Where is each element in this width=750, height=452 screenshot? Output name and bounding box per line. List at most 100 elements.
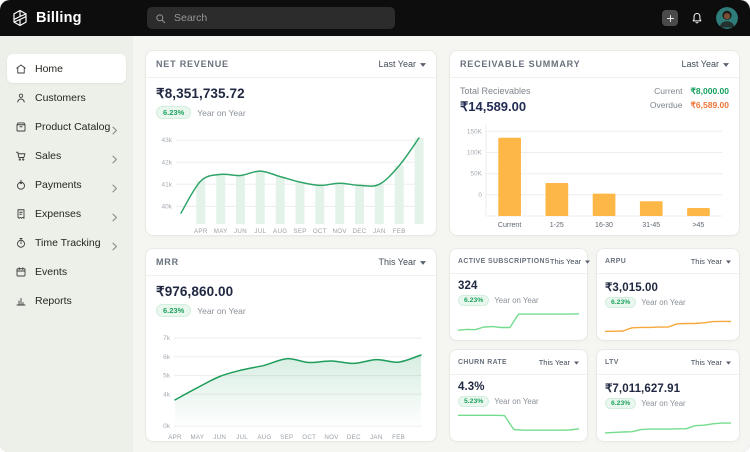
mrr-value: ₹976,860.00 xyxy=(156,284,426,300)
svg-text:OCT: OCT xyxy=(313,228,327,235)
chevron-down-icon xyxy=(574,358,579,367)
sidebar-item-sales[interactable]: Sales xyxy=(7,141,126,170)
app-title: Billing xyxy=(36,10,82,26)
sidebar-item-label: Expenses xyxy=(35,208,81,220)
period-dropdown[interactable]: This Year xyxy=(691,358,731,367)
sidebar-item-label: Customers xyxy=(35,92,86,104)
chevron-down-icon xyxy=(726,257,731,266)
chevron-down-icon xyxy=(723,59,729,69)
card-title: ACTIVE SUBSCRIPTIONS xyxy=(458,258,550,265)
sidebar-item-customers[interactable]: Customers xyxy=(7,83,126,112)
svg-text:1-25: 1-25 xyxy=(550,222,564,229)
svg-text:7k: 7k xyxy=(163,335,171,342)
growth-badge: 6.23% xyxy=(605,398,636,409)
svg-text:JAN: JAN xyxy=(373,228,386,235)
sidebar-item-payments[interactable]: Payments xyxy=(7,170,126,199)
sidebar-item-label: Reports xyxy=(35,295,72,307)
badge-caption: Year on Year xyxy=(197,108,245,118)
period-dropdown[interactable]: Last Year xyxy=(378,59,426,69)
svg-text:41k: 41k xyxy=(162,181,173,188)
notifications-button[interactable] xyxy=(690,11,704,26)
net-revenue-value: ₹8,351,735.72 xyxy=(156,86,426,102)
sidebar: Home Customers Product Catalog Sales Pay… xyxy=(0,36,133,452)
sidebar-nav: Home Customers Product Catalog Sales Pay… xyxy=(0,54,133,315)
sidebar-item-label: Events xyxy=(35,266,67,278)
user-avatar[interactable] xyxy=(716,7,738,29)
svg-text:0: 0 xyxy=(478,192,482,199)
mrr-chart: 7k6k5k4k0kAPRMAYJUNJULAUGSEPOCTNOVDECJAN… xyxy=(156,319,428,443)
card-title: MRR xyxy=(156,257,179,267)
sidebar-item-reports[interactable]: Reports xyxy=(7,286,126,315)
svg-text:FEB: FEB xyxy=(393,228,406,235)
cart-icon xyxy=(15,150,27,162)
svg-text:Current: Current xyxy=(498,222,521,229)
sidebar-item-time-tracking[interactable]: Time Tracking xyxy=(7,228,126,257)
card-title: RECEIVABLE SUMMARY xyxy=(460,59,580,69)
svg-text:JAN: JAN xyxy=(370,434,383,441)
svg-text:APR: APR xyxy=(194,228,208,235)
growth-badge: 6.23% xyxy=(156,304,191,317)
svg-text:6k: 6k xyxy=(163,354,171,361)
card-title: ARPU xyxy=(605,258,626,265)
overdue-label: Overdue xyxy=(650,100,683,110)
home-icon xyxy=(15,63,27,75)
svg-text:100K: 100K xyxy=(467,150,483,157)
mrr-card: MRR This Year ₹976,860.00 6.23% Year on … xyxy=(145,248,437,442)
svg-text:MAY: MAY xyxy=(190,434,204,441)
ltv-card: LTV This Year ₹7,011,627.91 6.23% Year o… xyxy=(596,349,740,442)
search-box xyxy=(147,7,395,29)
stopwatch-icon xyxy=(15,237,27,249)
svg-text:OCT: OCT xyxy=(302,434,316,441)
svg-text:AUG: AUG xyxy=(273,228,287,235)
badge-caption: Year on Year xyxy=(494,296,538,305)
svg-text:FEB: FEB xyxy=(392,434,405,441)
period-dropdown[interactable]: This Year xyxy=(378,257,426,267)
sidebar-item-product-catalog[interactable]: Product Catalog xyxy=(7,112,126,141)
period-dropdown[interactable]: This Year xyxy=(550,257,590,266)
badge-caption: Year on Year xyxy=(641,298,685,307)
svg-text:DEC: DEC xyxy=(353,228,367,235)
active-subscriptions-sparkline xyxy=(458,308,579,336)
growth-badge: 6.23% xyxy=(605,297,636,308)
svg-text:5k: 5k xyxy=(163,373,171,380)
sidebar-item-label: Sales xyxy=(35,150,61,162)
growth-badge: 5.23% xyxy=(458,396,489,407)
svg-text:31-45: 31-45 xyxy=(642,222,660,229)
total-receivables-value: ₹14,589.00 xyxy=(460,99,531,115)
svg-text:NOV: NOV xyxy=(333,228,348,235)
arpu-card: ARPU This Year ₹3,015.00 6.23% Year on Y… xyxy=(596,248,740,341)
svg-text:>45: >45 xyxy=(692,222,704,229)
bar-chart-icon xyxy=(15,295,27,307)
current-value: ₹8,000.00 xyxy=(691,86,730,97)
badge-caption: Year on Year xyxy=(494,397,538,406)
chevron-right-icon xyxy=(111,238,118,256)
box-icon xyxy=(15,121,27,133)
active-subscriptions-value: 324 xyxy=(458,280,579,292)
period-dropdown[interactable]: This Year xyxy=(539,358,579,367)
period-dropdown[interactable]: Last Year xyxy=(681,59,729,69)
add-button[interactable] xyxy=(662,10,678,26)
receivable-summary-card: RECEIVABLE SUMMARY Last Year Total Recie… xyxy=(449,50,740,236)
churn-rate-card: CHURN RATE This Year 4.3% 5.23% Year on … xyxy=(449,349,588,442)
sidebar-item-events[interactable]: Events xyxy=(7,257,126,286)
sidebar-item-label: Payments xyxy=(35,179,82,191)
plus-icon xyxy=(666,14,675,23)
chevron-right-icon xyxy=(111,180,118,198)
period-dropdown[interactable]: This Year xyxy=(691,257,731,266)
person-icon xyxy=(15,92,27,104)
card-title: CHURN RATE xyxy=(458,359,507,366)
bell-icon xyxy=(690,11,704,26)
total-receivables: Total Recievables ₹14,589.00 xyxy=(460,86,531,115)
app-logo: Billing xyxy=(11,9,82,27)
arpu-value: ₹3,015.00 xyxy=(605,280,731,294)
sidebar-item-home[interactable]: Home xyxy=(7,54,126,83)
current-label: Current xyxy=(654,86,682,96)
receipt-icon xyxy=(15,208,27,220)
sidebar-item-expenses[interactable]: Expenses xyxy=(7,199,126,228)
sidebar-item-label: Product Catalog xyxy=(35,121,110,133)
search-input[interactable] xyxy=(172,11,376,25)
payment-icon xyxy=(15,179,27,191)
svg-text:MAY: MAY xyxy=(214,228,228,235)
svg-text:APR: APR xyxy=(168,434,182,441)
receivable-summary-chart: 150K100K50K0Current1-2516-3031-45>45 xyxy=(459,119,730,231)
